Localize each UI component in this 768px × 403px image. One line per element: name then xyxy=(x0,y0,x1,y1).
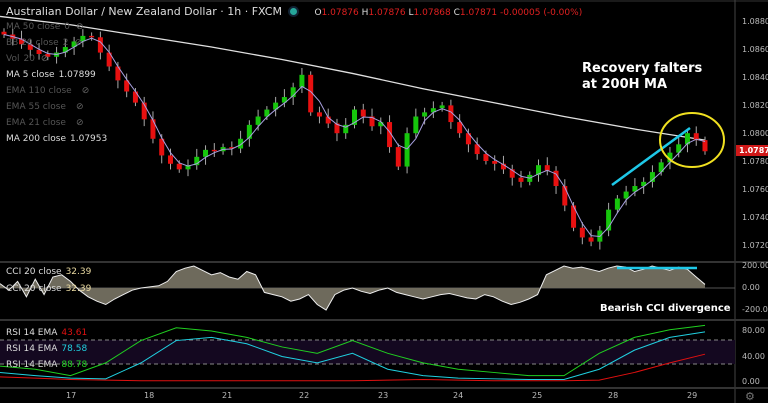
recovery-annotation: Recovery falters at 200H MA xyxy=(582,61,703,92)
candle xyxy=(360,109,366,117)
candle xyxy=(492,161,498,164)
time-tick: 29 xyxy=(687,391,698,400)
candle xyxy=(255,116,261,125)
hidden-eye-icon[interactable]: ⊘ xyxy=(82,86,90,96)
indicator-legend-item[interactable]: EMA 21 close ⊘ xyxy=(6,118,84,128)
time-tick: 21 xyxy=(222,391,233,400)
price-tick: 1.08800 xyxy=(742,17,768,26)
cci-legend-2[interactable]: CCI 20 close 32.39 xyxy=(6,284,91,294)
cci-tick: 200.00 xyxy=(742,261,768,270)
price-tick: 1.07200 xyxy=(742,241,768,250)
price-tick: 1.07600 xyxy=(742,185,768,194)
candle xyxy=(702,140,708,152)
cci-legend-1[interactable]: CCI 20 close 32.39 xyxy=(6,267,91,277)
cci-tick: -200.00 xyxy=(742,305,768,314)
indicator-legend-item[interactable]: EMA 110 close ⊘ xyxy=(6,86,89,96)
candle xyxy=(562,186,568,206)
candle xyxy=(1,31,7,35)
time-tick: 25 xyxy=(532,391,543,400)
candle xyxy=(404,133,410,167)
candle xyxy=(614,198,620,210)
candle xyxy=(203,149,209,157)
candle xyxy=(579,227,585,238)
candle xyxy=(132,91,138,103)
hidden-eye-icon[interactable]: ⊘ xyxy=(76,22,84,32)
cci-tick: 0.00 xyxy=(742,283,760,292)
rsi-tick: 0.00 xyxy=(742,377,760,386)
rsi-legend-2[interactable]: RSI 14 EMA 78.58 xyxy=(6,344,87,354)
candle xyxy=(483,154,489,161)
time-tick: 23 xyxy=(378,391,389,400)
candle xyxy=(211,149,217,152)
last-price-badge: 1.07871 xyxy=(736,145,768,156)
indicator-legend-item[interactable]: MA 5 close 1.07899 xyxy=(6,70,96,80)
candle xyxy=(422,112,428,117)
price-tick: 1.08200 xyxy=(742,101,768,110)
price-tick: 1.08400 xyxy=(742,73,768,82)
candle xyxy=(439,105,445,109)
symbol-title[interactable]: Australian Dollar / New Zealand Dollar ·… xyxy=(6,5,282,18)
hidden-eye-icon[interactable]: ⊘ xyxy=(74,38,82,48)
rsi-legend-3[interactable]: RSI 14 EMA 88.78 xyxy=(6,360,87,370)
price-tick: 1.07400 xyxy=(742,213,768,222)
hidden-eye-icon[interactable]: ⊘ xyxy=(76,118,84,128)
candle xyxy=(623,191,629,199)
time-tick: 22 xyxy=(299,391,310,400)
rsi-legend-1[interactable]: RSI 14 EMA 43.61 xyxy=(6,328,87,338)
hidden-eye-icon[interactable]: ⊘ xyxy=(41,54,49,64)
time-tick: 24 xyxy=(453,391,464,400)
candle xyxy=(89,35,95,38)
market-status-icon xyxy=(289,8,297,15)
indicator-legend-item[interactable]: MA 50 close 0 ⊘ xyxy=(6,22,84,32)
ohlc-readout: O1.07876 H1.07876 L1.07868 C1.07871 -0.0… xyxy=(314,8,583,18)
time-tick: 17 xyxy=(66,391,77,400)
candle xyxy=(518,177,524,182)
candle xyxy=(97,37,103,53)
candle xyxy=(176,163,182,170)
candle xyxy=(588,237,594,242)
candle xyxy=(413,116,419,134)
hidden-eye-icon[interactable]: ⊘ xyxy=(76,102,84,112)
highlight-circle xyxy=(659,112,725,168)
candle xyxy=(167,155,173,164)
cci-divergence-annotation: Bearish CCI divergence xyxy=(600,303,731,314)
indicator-legend-item[interactable]: BB 20 close 2 ⊘ xyxy=(6,38,82,48)
settings-gear-icon[interactable]: ⚙ xyxy=(745,390,755,403)
indicator-legend-item[interactable]: Vol 20 ⊘ xyxy=(6,54,48,64)
price-tick: 1.08000 xyxy=(742,129,768,138)
symbol-header: Australian Dollar / New Zealand Dollar ·… xyxy=(6,5,582,18)
rsi-tick: 40.00 xyxy=(742,352,765,361)
time-tick: 18 xyxy=(144,391,155,400)
time-tick: 28 xyxy=(608,391,619,400)
indicator-legend-item[interactable]: MA 200 close 1.07953 xyxy=(6,134,107,144)
candle xyxy=(316,112,322,117)
rsi-tick: 80.00 xyxy=(742,326,765,335)
indicator-legend-item[interactable]: EMA 55 close ⊘ xyxy=(6,102,84,112)
price-tick: 1.07800 xyxy=(742,157,768,166)
candle xyxy=(395,147,401,167)
candle xyxy=(150,119,156,139)
candle xyxy=(457,122,463,134)
price-tick: 1.08600 xyxy=(742,45,768,54)
candle xyxy=(299,74,305,88)
